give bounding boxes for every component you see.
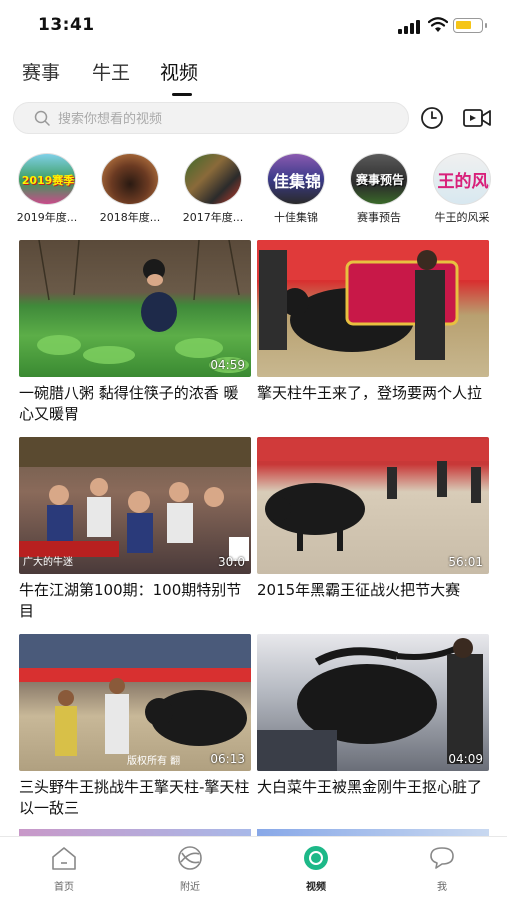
category-label: 牛王的风采 — [434, 211, 490, 224]
category-thumbnail: 王的风 — [433, 153, 491, 205]
video-thumbnail: 04:59 — [19, 240, 251, 377]
bottom-nav: 首页 附近 视频 我 — [0, 836, 507, 900]
nav-label: 视频 — [306, 882, 326, 893]
video-duration: 04:09 — [448, 752, 483, 766]
video-duration: 30:0 — [218, 555, 245, 569]
history-icon[interactable] — [420, 106, 444, 130]
video-duration: 06:13 — [210, 752, 245, 766]
video-card[interactable]: 04:09 大白菜牛王被黑金刚牛王抠心脏了 — [257, 634, 489, 819]
video-camera-icon[interactable] — [462, 106, 492, 130]
home-icon — [52, 847, 76, 870]
category-bull-king-style[interactable]: 王的风 牛王的风采 — [423, 153, 501, 225]
wifi-icon — [428, 17, 448, 32]
category-thumbnail: 赛事预告 — [350, 153, 408, 205]
category-2018[interactable]: 2018年度... — [91, 153, 169, 225]
video-title: 一碗腊八粥 黏得住筷子的浓香 暖心又暖胃 — [19, 384, 239, 423]
video-thumbnail: 版权所有 翻 06:13 — [19, 634, 251, 771]
video-duration: 04:59 — [210, 358, 245, 372]
tab-bull-king[interactable]: 牛王 — [92, 58, 130, 85]
signal-icon — [398, 20, 422, 34]
category-2019[interactable]: 2019赛季 2019年度... — [8, 153, 86, 225]
chat-icon — [430, 847, 454, 869]
category-thumbnail: 2019赛季 — [18, 153, 76, 205]
nav-video[interactable]: 视频 — [276, 845, 356, 893]
tab-events[interactable]: 赛事 — [22, 58, 60, 85]
nav-me[interactable]: 我 — [402, 845, 482, 893]
category-label: 十佳集锦 — [274, 211, 318, 224]
category-row: 2019赛季 2019年度... 2018年度... 2017年度... 佳集锦… — [0, 153, 507, 231]
nearby-icon — [178, 846, 202, 870]
category-label: 2019年度... — [16, 211, 78, 224]
category-preview[interactable]: 赛事预告 赛事预告 — [340, 153, 418, 225]
category-2017[interactable]: 2017年度... — [174, 153, 252, 225]
video-title: 三头野牛王挑战牛王擎天柱-擎天柱以一敌三 — [19, 778, 250, 817]
video-card[interactable]: 04:59 一碗腊八粥 黏得住筷子的浓香 暖心又暖胃 — [19, 240, 251, 425]
video-thumbnail-peek — [257, 829, 489, 836]
search-bar[interactable] — [13, 102, 409, 134]
video-overlay-caption: 版权所有 翻 — [127, 756, 181, 767]
nav-label: 我 — [437, 882, 447, 893]
video-title: 2015年黑霸王征战火把节大赛 — [257, 581, 461, 599]
video-thumbnail: 04:09 — [257, 634, 489, 771]
category-thumbnail: 佳集锦 — [267, 153, 325, 205]
video-card[interactable]: 版权所有 翻 06:13 三头野牛王挑战牛王擎天柱-擎天柱以一敌三 — [19, 634, 251, 819]
category-label: 2018年度... — [99, 211, 161, 224]
nav-nearby[interactable]: 附近 — [150, 845, 230, 893]
status-time: 13:41 — [38, 15, 95, 35]
search-input[interactable] — [58, 108, 388, 130]
active-tab-indicator — [172, 93, 192, 96]
category-label: 2017年度... — [182, 211, 244, 224]
video-thumbnail: 广大的牛迷 30:0 — [19, 437, 251, 574]
video-title: 牛在江湖第100期：100期特别节目 — [19, 581, 242, 620]
video-title: 大白菜牛王被黑金刚牛王抠心脏了 — [257, 778, 483, 796]
status-bar: 13:41 — [0, 0, 507, 50]
nav-label: 附近 — [180, 882, 200, 893]
nav-label: 首页 — [54, 882, 74, 893]
video-thumbnail-peek — [19, 829, 251, 836]
top-tabs: 赛事 牛王 视频 — [0, 58, 507, 98]
category-top-ten[interactable]: 佳集锦 十佳集锦 — [257, 153, 335, 225]
category-thumbnail — [101, 153, 159, 205]
video-thumbnail: 56:01 — [257, 437, 489, 574]
nav-home[interactable]: 首页 — [24, 845, 104, 893]
category-label: 赛事预告 — [357, 211, 401, 224]
video-thumbnail — [257, 240, 489, 377]
video-duration: 56:01 — [448, 555, 483, 569]
video-tab-icon — [304, 846, 328, 870]
video-card[interactable]: 擎天柱牛王来了，登场要两个人拉 — [257, 240, 489, 425]
search-icon — [34, 110, 50, 126]
tab-video[interactable]: 视频 — [160, 58, 198, 85]
category-thumbnail — [184, 153, 242, 205]
battery-icon — [453, 18, 487, 33]
video-card[interactable]: 56:01 2015年黑霸王征战火把节大赛 — [257, 437, 489, 622]
video-overlay-caption: 广大的牛迷 — [23, 557, 73, 568]
video-title: 擎天柱牛王来了，登场要两个人拉 — [257, 384, 483, 402]
video-card[interactable]: 广大的牛迷 30:0 牛在江湖第100期：100期特别节目 — [19, 437, 251, 622]
